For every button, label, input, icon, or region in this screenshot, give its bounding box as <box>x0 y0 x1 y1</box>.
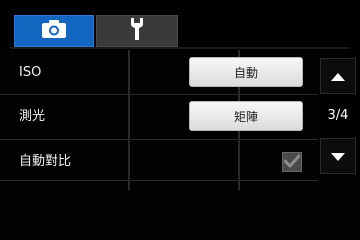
scroll-up-button[interactable] <box>320 58 356 94</box>
iso-value-button[interactable]: 自動 <box>189 57 303 87</box>
auto-contrast-label: 自動對比 <box>19 154 72 169</box>
arrow-down-icon <box>330 147 346 166</box>
metering-label: 測光 <box>19 109 46 124</box>
tab-bar <box>0 0 360 50</box>
setting-row-metering: 測光 矩陣 <box>0 95 318 139</box>
auto-contrast-checkbox[interactable] <box>282 152 302 172</box>
setting-row-auto-contrast: 自動對比 <box>0 140 318 184</box>
row-divider <box>0 180 318 181</box>
camera-icon <box>41 19 67 43</box>
setting-row-iso: ISO 自動 <box>0 50 318 94</box>
settings-panel: ISO 自動 測光 矩陣 自動對比 3/4 <box>0 0 360 240</box>
tab-camera[interactable] <box>14 15 94 47</box>
iso-label: ISO <box>19 65 42 80</box>
page-indicator: 3/4 <box>327 108 349 123</box>
arrow-up-icon <box>330 67 346 86</box>
tab-settings[interactable] <box>96 15 178 47</box>
scroll-down-button[interactable] <box>320 138 356 174</box>
wrench-icon <box>128 17 146 45</box>
check-icon <box>283 153 301 172</box>
metering-value-button[interactable]: 矩陣 <box>189 101 303 131</box>
tab-divider <box>10 47 350 49</box>
